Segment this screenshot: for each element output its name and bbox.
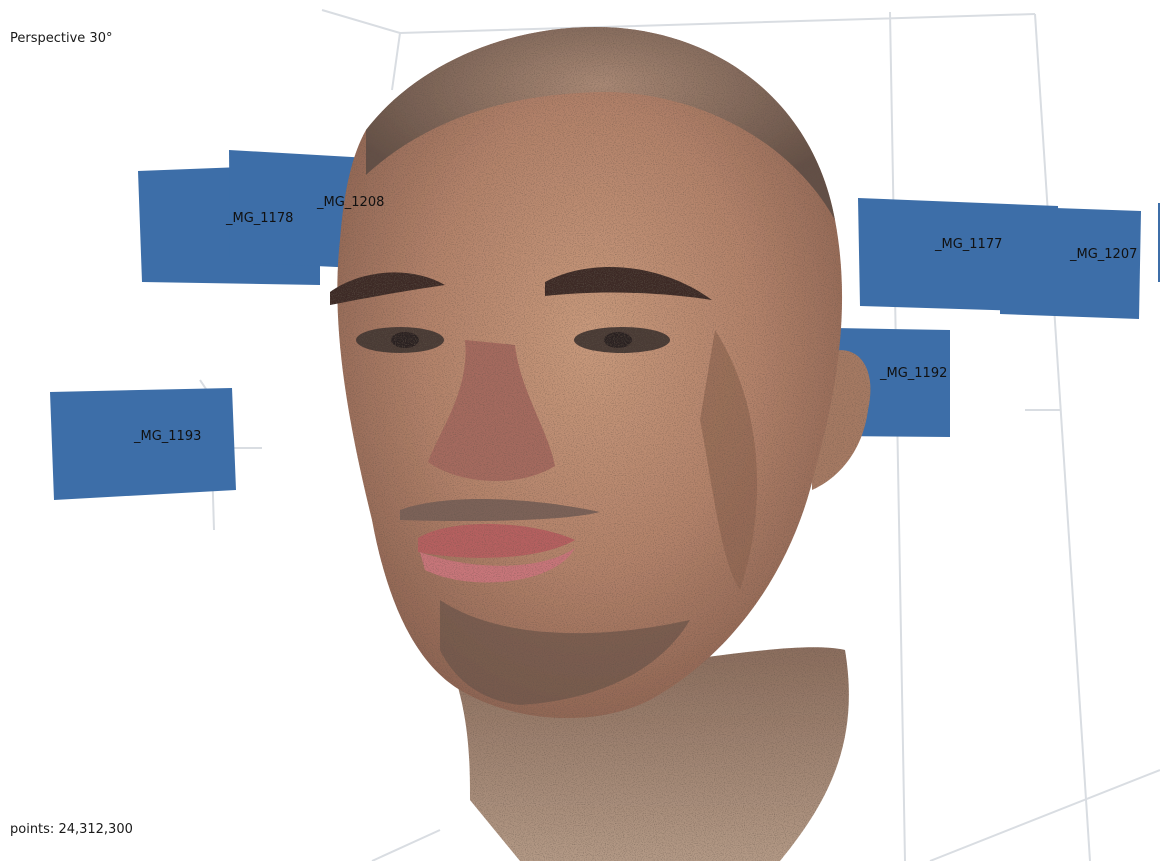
point-cloud-model[interactable] xyxy=(330,26,871,861)
camera-plane-icon[interactable] xyxy=(50,388,236,500)
camera-label: _MG_1178 xyxy=(225,211,293,226)
point-count-label: points: 24,312,300 xyxy=(10,822,133,837)
camera-label: _MG_1207 xyxy=(1069,247,1137,262)
camera-label: _MG_1192 xyxy=(879,366,947,381)
camera-label: _MG_1208 xyxy=(316,195,384,210)
camera-label: _MG_1177 xyxy=(934,237,1002,252)
3d-viewport[interactable]: _MG_1178 _MG_1208 _MG_1177 _MG_1207 _MG_… xyxy=(0,0,1160,861)
camera-plane-icon[interactable] xyxy=(1000,206,1141,319)
camera-label: _MG_1193 xyxy=(133,429,201,444)
projection-label: Perspective 30° xyxy=(10,31,113,46)
scene-canvas[interactable]: _MG_1178 _MG_1208 _MG_1177 _MG_1207 _MG_… xyxy=(0,0,1160,861)
